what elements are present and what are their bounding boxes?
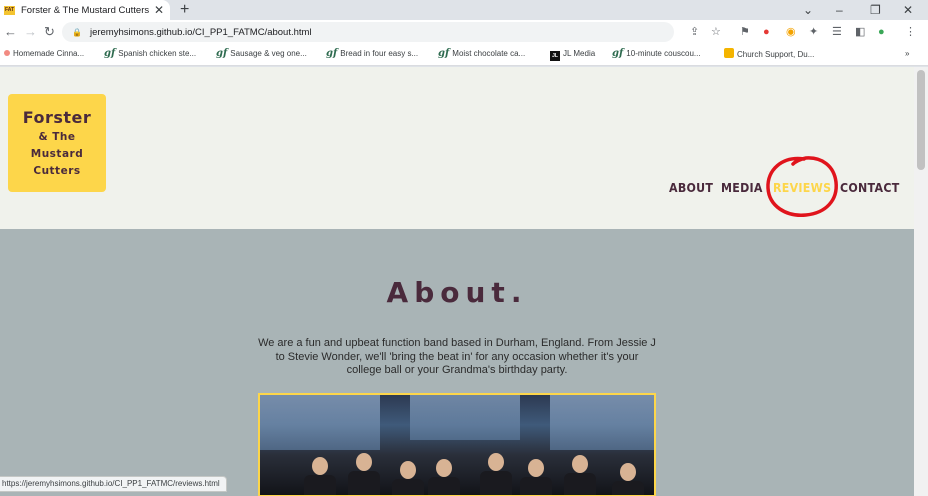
photo-drape: [260, 395, 380, 450]
church-icon: [724, 48, 734, 58]
photo-person: [488, 453, 504, 471]
menu-kebab-icon[interactable]: ⋮: [905, 25, 916, 39]
link-status-bubble: https://jeremyhsimons.github.io/CI_PP1_F…: [0, 476, 227, 492]
photo-person: [348, 471, 380, 495]
photo-person: [612, 481, 644, 495]
bookmark-item[interactable]: gf Bread in four easy s...: [326, 48, 418, 60]
bookmark-item[interactable]: gf 10-minute couscou...: [612, 48, 701, 60]
gf-icon: gf: [438, 48, 450, 59]
address-bar[interactable]: 🔒 jeremyhsimons.github.io/CI_PP1_FATMC/a…: [62, 22, 674, 42]
browser-toolbar: ← → ↻ 🔒 jeremyhsimons.github.io/CI_PP1_F…: [0, 20, 928, 44]
photo-person: [436, 459, 452, 477]
photo-person: [428, 477, 460, 495]
new-tab-icon[interactable]: +: [180, 1, 189, 19]
share-icon[interactable]: ⇪: [690, 25, 699, 39]
page-title: About.: [386, 276, 528, 309]
site-favicon-icon: FAT: [4, 5, 15, 15]
bookmark-item[interactable]: Homemade Cinna...: [4, 48, 84, 60]
logo-line: Mustard: [30, 147, 84, 160]
logo-line: Cutters: [33, 164, 81, 177]
about-section: About. We are a fun and upbeat function …: [0, 229, 914, 496]
side-panel-icon[interactable]: ◧: [855, 25, 865, 39]
photo-person: [480, 471, 512, 495]
jl-icon: JL: [550, 51, 560, 61]
dot-icon: [4, 50, 10, 56]
bookmarks-bar: Homemade Cinna... gf Spanish chicken ste.…: [0, 44, 928, 66]
lock-icon: 🔒: [72, 27, 82, 37]
photo-person: [520, 477, 552, 495]
gf-icon: gf: [216, 48, 228, 59]
grammarly-extension-icon[interactable]: ◉: [786, 25, 796, 39]
about-paragraph: We are a fun and upbeat function band ba…: [258, 337, 656, 376]
tab-search-icon[interactable]: ⌄: [803, 1, 813, 19]
forward-icon[interactable]: →: [24, 23, 37, 41]
photo-person: [356, 453, 372, 471]
photo-person: [304, 475, 336, 495]
site-logo[interactable]: Forster & The Mustard Cutters: [8, 94, 106, 192]
photo-person: [620, 463, 636, 481]
bookmark-item[interactable]: gf Sausage & veg one...: [216, 48, 307, 60]
tab-title: Forster & The Mustard Cutters: [21, 4, 150, 16]
extensions-puzzle-icon[interactable]: ✦: [809, 25, 818, 39]
page-scrollbar[interactable]: [914, 67, 928, 496]
logo-line: & The: [38, 130, 76, 143]
photo-person: [312, 457, 328, 475]
restore-icon[interactable]: ❐: [870, 1, 881, 19]
url-text: jeremyhsimons.github.io/CI_PP1_FATMC/abo…: [89, 26, 312, 38]
bookmark-star-icon[interactable]: ☆: [711, 25, 721, 39]
minimize-icon[interactable]: –: [836, 1, 843, 19]
window-close-icon[interactable]: ✕: [903, 1, 913, 19]
bookmark-item[interactable]: gf Spanish chicken ste...: [104, 48, 196, 60]
back-icon[interactable]: ←: [4, 23, 17, 41]
site-header: Forster & The Mustard Cutters ABOUT MEDI…: [0, 67, 914, 229]
photo-person: [400, 461, 416, 479]
bookmark-item[interactable]: Church Support, Du...: [724, 48, 814, 61]
tab-close-icon[interactable]: ✕: [154, 3, 164, 17]
gf-icon: gf: [612, 48, 624, 59]
profile-avatar-icon[interactable]: ●: [878, 25, 885, 39]
red-extension-icon[interactable]: ●: [763, 25, 770, 39]
reload-icon[interactable]: ↻: [44, 23, 55, 41]
flag-extension-icon[interactable]: ⚑: [740, 25, 750, 39]
photo-drape: [410, 395, 520, 440]
band-photo: [258, 393, 656, 496]
tab-strip: FAT Forster & The Mustard Cutters ✕ + ⌄ …: [0, 0, 928, 20]
gf-icon: gf: [326, 48, 338, 59]
nav-link-contact[interactable]: CONTACT: [840, 181, 900, 195]
bookmark-item[interactable]: gf Moist chocolate ca...: [438, 48, 525, 60]
nav-link-media[interactable]: MEDIA: [721, 181, 763, 195]
more-bookmarks-icon[interactable]: »: [905, 48, 909, 60]
photo-drape: [550, 395, 654, 450]
gf-icon: gf: [104, 48, 116, 59]
scrollbar-thumb[interactable]: [917, 70, 925, 170]
browser-tab[interactable]: FAT Forster & The Mustard Cutters ✕: [0, 0, 170, 20]
logo-line: Forster: [22, 107, 92, 127]
photo-person: [572, 455, 588, 473]
bookmark-item[interactable]: JL JL Media: [550, 48, 595, 61]
reading-list-icon[interactable]: ☰: [832, 25, 842, 39]
photo-person: [564, 473, 596, 495]
nav-link-about[interactable]: ABOUT: [669, 181, 713, 195]
nav-link-reviews[interactable]: REVIEWS: [773, 181, 831, 195]
photo-person: [528, 459, 544, 477]
photo-person: [392, 479, 424, 495]
